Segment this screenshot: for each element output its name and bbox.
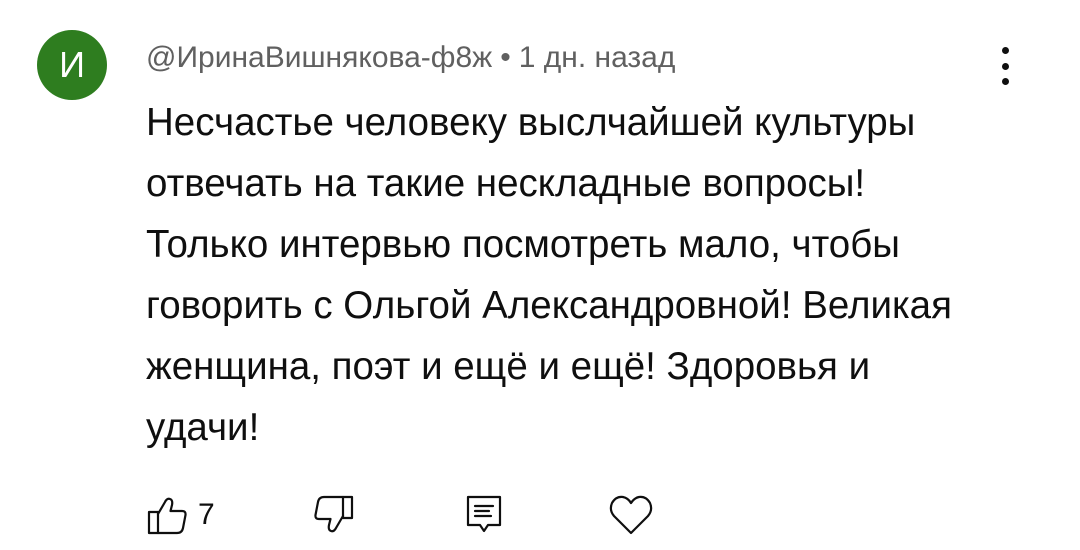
- author-name[interactable]: @ИринаВишнякова-ф8ж: [146, 41, 492, 74]
- avatar-letter: И: [59, 44, 85, 85]
- heart-button[interactable]: [608, 490, 654, 540]
- reply-comment-icon: [466, 495, 502, 533]
- avatar[interactable]: И: [37, 30, 107, 100]
- like-count: 7: [198, 498, 215, 531]
- more-options-button[interactable]: [990, 44, 1020, 88]
- comment-time[interactable]: 1 дн. назад: [519, 41, 676, 74]
- like-button[interactable]: 7: [146, 490, 215, 540]
- dislike-button[interactable]: [311, 490, 355, 540]
- more-vertical-icon: [1001, 47, 1009, 54]
- more-vertical-icon-dot: [1001, 62, 1009, 70]
- thumbs-down-icon: [314, 495, 354, 533]
- more-vertical-icon-dot: [1001, 78, 1009, 85]
- heart-icon: [609, 495, 653, 535]
- thumbs-up-icon: [147, 497, 187, 535]
- comment-meta: @ИринаВишнякова-ф8ж • 1 дн. назад: [146, 38, 675, 78]
- comment-text: Несчастье человеку выслчайшей культуры о…: [146, 101, 952, 449]
- comment: И @ИринаВишнякова-ф8ж • 1 дн. назад Несчас…: [0, 0, 1080, 550]
- meta-separator: •: [500, 41, 511, 74]
- reply-button[interactable]: [462, 490, 506, 540]
